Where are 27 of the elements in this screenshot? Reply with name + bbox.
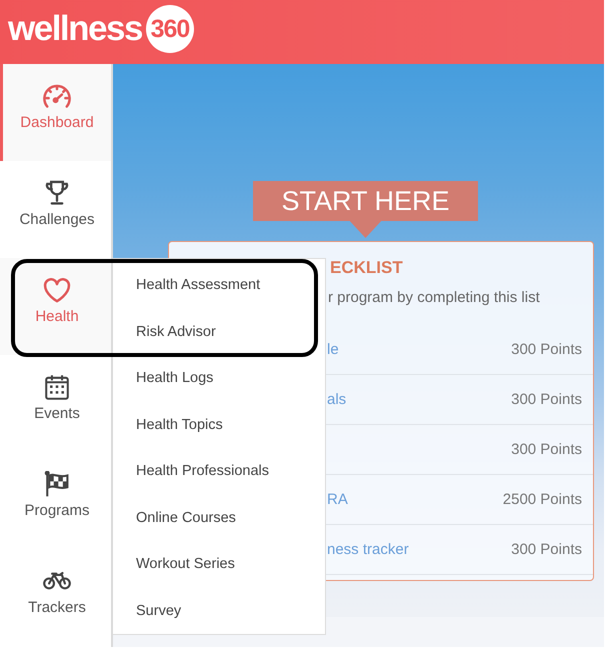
trophy-icon <box>43 180 71 206</box>
submenu-item[interactable]: Health Topics <box>136 414 223 435</box>
logo-badge: 360 <box>146 5 194 53</box>
points-value: 300 Points <box>511 391 582 408</box>
logo-wordmark: wellness <box>8 9 142 49</box>
checklist-subtitle: r program by completing this list <box>328 288 540 308</box>
checklist-title: ECKLIST <box>330 257 403 279</box>
speedometer-icon <box>43 83 71 109</box>
submenu-item[interactable]: Online Courses <box>136 508 236 528</box>
submenu-item[interactable]: Health Professionals <box>136 461 269 482</box>
points-value: 300 Points <box>511 441 582 458</box>
submenu-item[interactable]: Workout Series <box>136 554 235 574</box>
submenu-item[interactable]: Risk Advisor <box>136 322 216 342</box>
points-value: 300 Points <box>511 541 582 558</box>
calendar-icon <box>43 374 71 400</box>
start-here-banner: START HERE <box>253 181 478 238</box>
submenu-item[interactable]: Survey <box>136 600 182 621</box>
points-value: 2500 Points <box>502 491 582 508</box>
sidebar-item[interactable]: Programs <box>0 452 111 549</box>
checkered-flag-icon <box>43 471 71 497</box>
submenu-item[interactable]: Health Logs <box>136 368 214 388</box>
sidebar-item[interactable]: Events <box>0 355 111 452</box>
sidebar-item[interactable]: Challenges <box>0 161 111 258</box>
heart-icon <box>43 277 71 303</box>
submenu-item[interactable]: Health Assessment <box>136 275 260 296</box>
points-value: 300 Points <box>511 341 582 358</box>
sidebar-item[interactable]: Trackers <box>0 549 111 646</box>
